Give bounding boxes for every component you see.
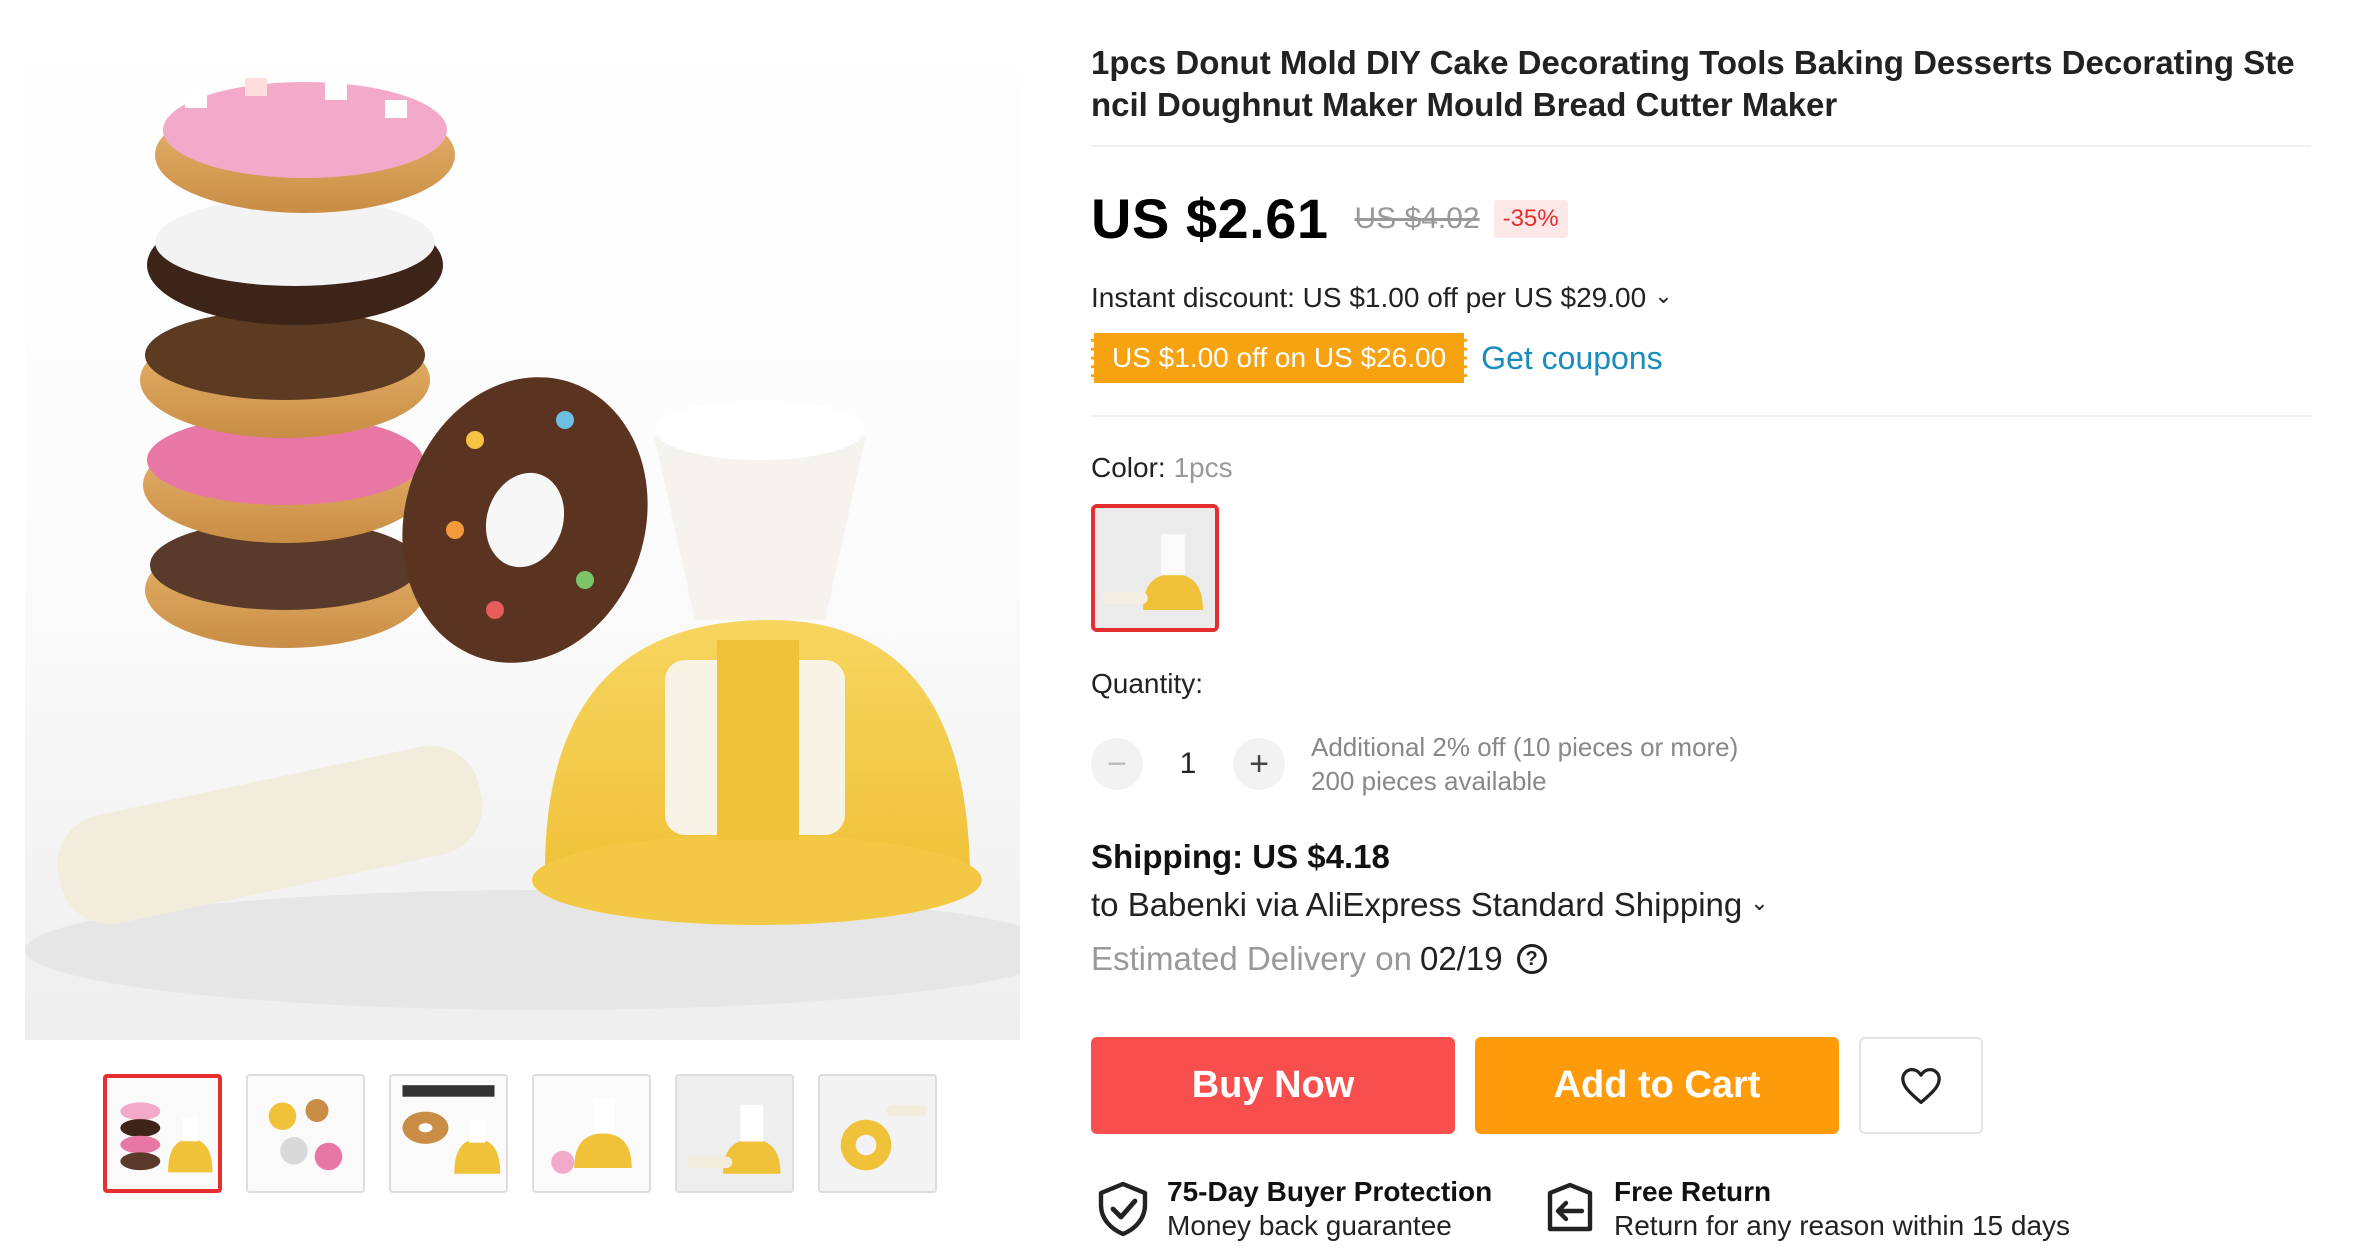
coupon-tag: US $1.00 off on US $26.00 <box>1091 333 1468 383</box>
divider <box>1091 145 2311 147</box>
current-price: US $2.61 <box>1091 187 1329 250</box>
chevron-down-icon: ⌄ <box>1654 283 1673 308</box>
thumbnail-1[interactable] <box>103 1074 222 1193</box>
thumbnail-2[interactable] <box>246 1074 365 1193</box>
product-info-panel: 1pcs Donut Mold DIY Cake Decorating Tool… <box>1091 0 2316 1252</box>
instant-discount[interactable]: Instant discount: US $1.00 off per US $2… <box>1091 282 1673 314</box>
thumbnail-strip <box>103 1074 937 1193</box>
quantity-label: Quantity: <box>1091 668 1204 699</box>
instant-discount-text: Instant discount: US $1.00 off per US $2… <box>1091 282 1647 313</box>
color-value: 1pcs <box>1173 452 1233 483</box>
bulk-discount-note: Additional 2% off (10 pieces or more) <box>1311 732 1739 762</box>
free-return: Free Return Return for any reason within… <box>1544 1175 2070 1243</box>
shipping-route-text: to Babenki via AliExpress Standard Shipp… <box>1091 886 1743 923</box>
thumbnail-3[interactable] <box>389 1074 508 1193</box>
color-label: Color: 1pcs <box>1091 452 1233 484</box>
estimated-delivery: Estimated Delivery on 02/19 ? <box>1091 940 1547 978</box>
buyer-protection-title: 75-Day Buyer Protection <box>1167 1176 1493 1207</box>
original-price: US $4.02 <box>1354 201 1480 235</box>
wishlist-button[interactable] <box>1859 1037 1983 1134</box>
help-icon[interactable]: ? <box>1516 944 1547 974</box>
free-return-title: Free Return <box>1614 1176 1772 1207</box>
divider <box>1091 415 2311 417</box>
return-box-icon <box>1547 1182 1593 1232</box>
buy-now-button[interactable]: Buy Now <box>1091 1037 1455 1134</box>
quantity-decrease-button[interactable]: − <box>1091 738 1143 790</box>
shield-check-icon <box>1098 1181 1148 1237</box>
add-to-cart-button[interactable]: Add to Cart <box>1475 1037 1839 1134</box>
price-row: US $2.61 US $4.02 -35% <box>1091 186 1568 251</box>
chevron-down-icon: ⌄ <box>1750 890 1769 915</box>
free-return-subtitle: Return for any reason within 15 days <box>1614 1210 2071 1241</box>
main-product-image[interactable] <box>25 20 1020 1040</box>
delivery-label: Estimated Delivery on <box>1091 940 1412 977</box>
color-swatch-1pcs[interactable] <box>1091 504 1219 632</box>
quantity-value[interactable]: 1 <box>1143 747 1233 781</box>
thumbnail-4[interactable] <box>532 1074 651 1193</box>
stock-available-note: 200 pieces available <box>1311 766 1547 796</box>
delivery-date: 02/19 <box>1419 940 1503 977</box>
color-label-text: Color: <box>1091 452 1166 483</box>
get-coupons-link[interactable]: Get coupons <box>1481 340 1662 377</box>
discount-badge: -35% <box>1493 199 1568 238</box>
thumbnail-6[interactable] <box>818 1074 937 1193</box>
thumbnail-5[interactable] <box>675 1074 794 1193</box>
heart-icon <box>1901 1067 1941 1104</box>
buyer-protection: 75-Day Buyer Protection Money back guara… <box>1097 1175 1492 1243</box>
product-title: 1pcs Donut Mold DIY Cake Decorating Tool… <box>1091 44 2295 123</box>
quantity-notes: Additional 2% off (10 pieces or more) 20… <box>1311 730 1738 798</box>
buyer-protection-subtitle: Money back guarantee <box>1167 1210 1452 1241</box>
coupon-row: US $1.00 off on US $26.00 Get coupons <box>1091 333 1663 383</box>
shipping-method[interactable]: to Babenki via AliExpress Standard Shipp… <box>1091 886 1769 924</box>
quantity-stepper: − 1 + Additional 2% off (10 pieces or mo… <box>1091 730 1738 798</box>
quantity-increase-button[interactable]: + <box>1233 738 1285 790</box>
shipping-cost: Shipping: US $4.18 <box>1091 838 1390 875</box>
